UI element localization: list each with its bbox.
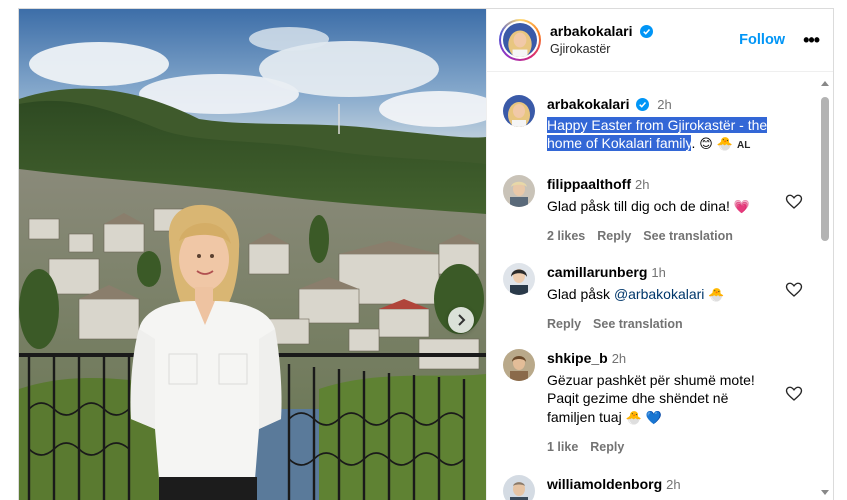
comment-text: Gëzuar pashkët për shumë mote! Paqit gez… bbox=[547, 371, 755, 426]
like-heart-icon[interactable] bbox=[785, 385, 803, 403]
post-side-panel: arbakokalari Gjirokastër Follow ••• arba… bbox=[486, 9, 833, 500]
al-flag-tag: AL bbox=[737, 140, 751, 151]
post-location[interactable]: Gjirokastër bbox=[550, 42, 739, 58]
comment-time[interactable]: 1h bbox=[651, 265, 665, 280]
reply-button[interactable]: Reply bbox=[590, 440, 624, 454]
scrollbar-thumb[interactable] bbox=[821, 97, 829, 241]
comments-scrollbar[interactable] bbox=[820, 79, 830, 499]
comment-time[interactable]: 2h bbox=[666, 477, 680, 492]
commenter-avatar[interactable] bbox=[503, 175, 535, 207]
scroll-down-arrow-icon[interactable] bbox=[821, 490, 829, 495]
like-heart-icon[interactable] bbox=[785, 193, 803, 211]
mention-link[interactable]: @arbakokalari bbox=[614, 286, 704, 302]
caption-emojis: 😊 🐣 bbox=[699, 137, 734, 152]
comment-item: shkipe_b 2h Gëzuar pashkët për shumë mote… bbox=[503, 349, 803, 459]
comment-likes[interactable]: 2 likes bbox=[547, 229, 585, 243]
caption-author-avatar[interactable] bbox=[503, 95, 535, 127]
see-translation-link[interactable]: See translation bbox=[593, 317, 683, 331]
comment-username[interactable]: camillarunberg bbox=[547, 264, 647, 280]
caption-username[interactable]: arbakokalari bbox=[547, 96, 630, 112]
post-photo[interactable] bbox=[19, 9, 486, 500]
author-avatar bbox=[503, 23, 537, 57]
comment-username[interactable]: shkipe_b bbox=[547, 350, 608, 366]
verified-badge-icon bbox=[639, 25, 653, 39]
chick-emoji: 🐣 bbox=[708, 287, 725, 303]
comment-item: williamoldenborg 2h bbox=[503, 473, 803, 500]
comments-list[interactable]: arbakokalari 2h Happy Easter from Gjirok… bbox=[487, 73, 820, 500]
more-options-icon[interactable]: ••• bbox=[803, 31, 820, 49]
comment-time[interactable]: 2h bbox=[635, 177, 649, 192]
commenter-avatar[interactable] bbox=[503, 475, 535, 500]
comment-text: Glad påsk till dig och de dina! bbox=[547, 197, 734, 214]
caption-text-tail: . bbox=[691, 135, 696, 151]
see-translation-link[interactable]: See translation bbox=[643, 229, 733, 243]
caption-text-selected: Happy Easter from Gjirokastër - the home… bbox=[547, 116, 768, 151]
gjirokaster-photo-illustration bbox=[19, 9, 486, 500]
author-avatar-story-ring[interactable] bbox=[499, 19, 541, 61]
comment-likes[interactable]: 1 like bbox=[547, 440, 578, 454]
verified-badge-icon bbox=[636, 98, 650, 111]
reply-button[interactable]: Reply bbox=[597, 229, 631, 243]
next-image-button[interactable] bbox=[448, 307, 474, 333]
comment-item: camillarunberg 1h Glad påsk @arbakokalari… bbox=[503, 261, 803, 331]
caption-time[interactable]: 2h bbox=[657, 97, 671, 112]
reply-button[interactable]: Reply bbox=[547, 317, 581, 331]
post-header: arbakokalari Gjirokastër Follow ••• bbox=[487, 9, 833, 72]
heart-emoji: 💗 bbox=[733, 199, 750, 215]
instagram-post: arbakokalari Gjirokastër Follow ••• arba… bbox=[18, 8, 834, 500]
follow-button[interactable]: Follow bbox=[739, 32, 785, 48]
scroll-up-arrow-icon[interactable] bbox=[821, 81, 829, 86]
author-username[interactable]: arbakokalari bbox=[550, 23, 633, 39]
comment-item: filippaalthoff 2h Glad påsk till dig och … bbox=[503, 173, 803, 247]
like-heart-icon[interactable] bbox=[785, 281, 803, 299]
comment-text: Glad påsk bbox=[547, 285, 614, 302]
caption-item: arbakokalari 2h Happy Easter from Gjirok… bbox=[503, 87, 803, 157]
commenter-avatar[interactable] bbox=[503, 263, 535, 295]
comment-emojis: 🐣 💙 bbox=[625, 410, 663, 426]
commenter-avatar[interactable] bbox=[503, 349, 535, 381]
comment-username[interactable]: filippaalthoff bbox=[547, 176, 631, 192]
chevron-right-icon bbox=[458, 314, 466, 326]
comment-time[interactable]: 2h bbox=[612, 351, 626, 366]
comment-username[interactable]: williamoldenborg bbox=[547, 476, 662, 492]
